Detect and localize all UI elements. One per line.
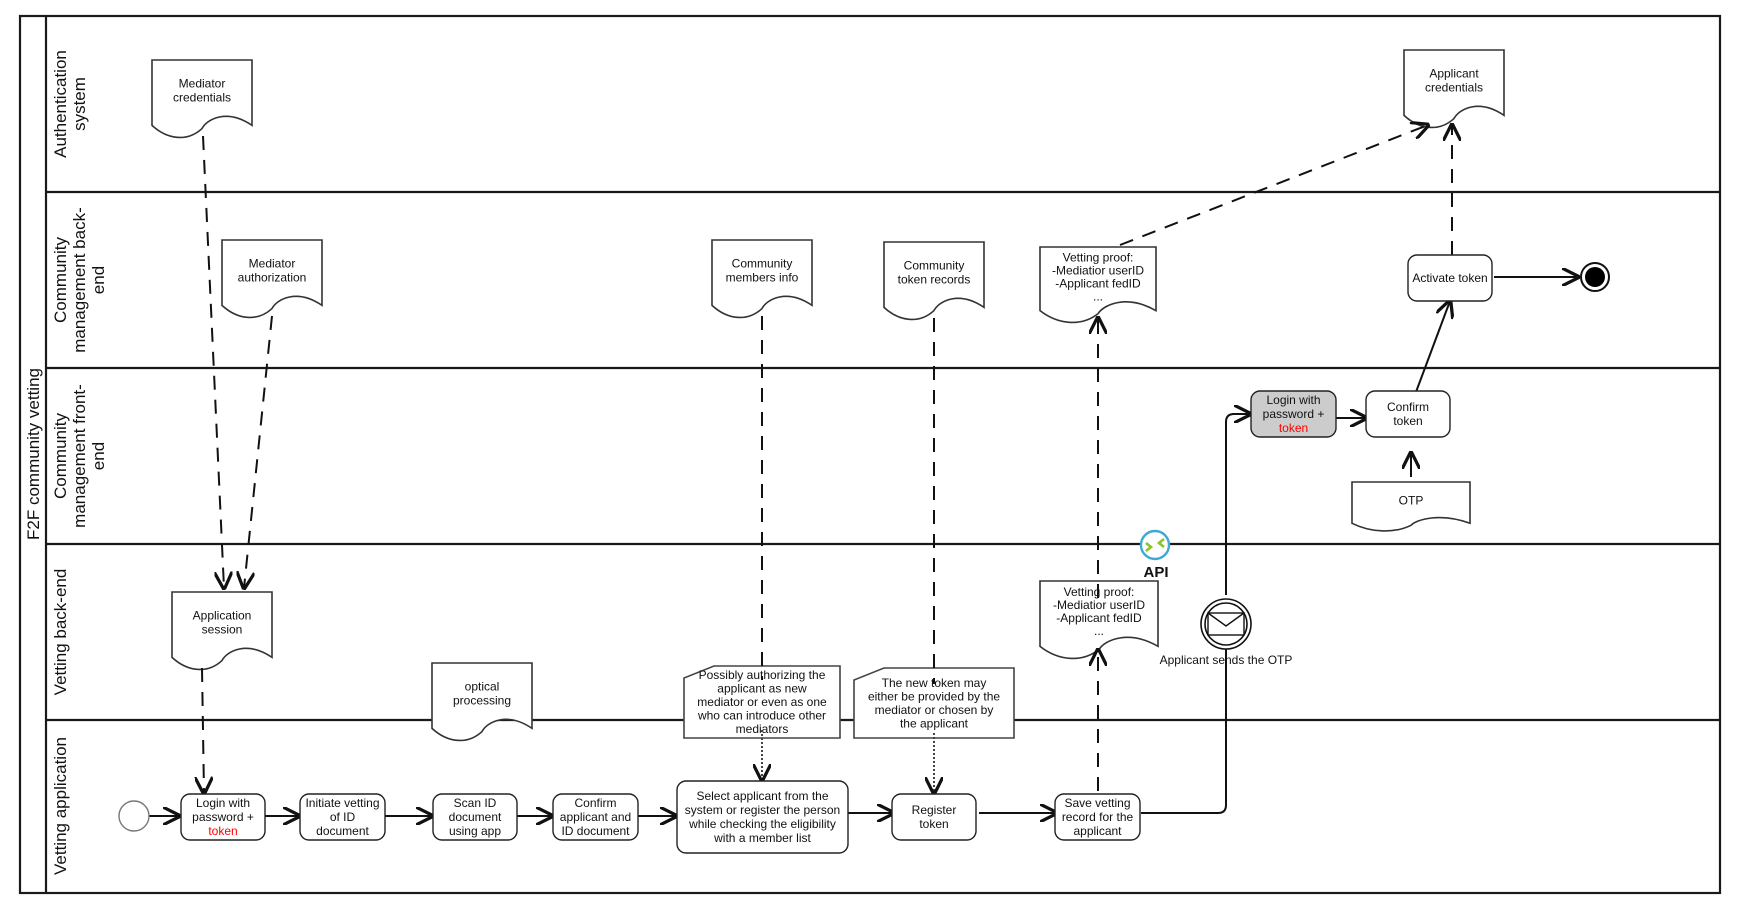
lane-label-line: Community	[51, 413, 70, 499]
lane-label-line: system	[70, 77, 89, 131]
document-text: Application	[193, 609, 252, 623]
task-confirm-applicant[interactable]: Confirmapplicant andID document	[552, 793, 639, 841]
task-text: record for the	[1062, 810, 1134, 824]
api-icon[interactable]	[1139, 529, 1171, 561]
task-text: password +	[192, 810, 254, 824]
document-text: Vetting proof:	[1063, 250, 1134, 264]
task-save-vetting[interactable]: Save vettingrecord for theapplicant	[1054, 793, 1141, 841]
task-text: applicant	[1073, 824, 1122, 838]
task-text: Confirm	[1387, 400, 1429, 414]
task-highlight-text: token	[1279, 421, 1308, 435]
task-text: system or register the person	[685, 803, 840, 817]
note-text: mediators	[736, 722, 789, 736]
document-text: credentials	[1425, 81, 1483, 95]
document-text: Applicant	[1429, 67, 1479, 81]
api-label: API	[1143, 564, 1168, 581]
task-text: Confirm	[574, 796, 616, 810]
task-text: Login with	[1266, 393, 1320, 407]
document-text: -Mediatior userID	[1052, 263, 1144, 277]
task-text: Register	[912, 803, 957, 817]
task-text: document	[316, 824, 369, 838]
task-initiate-vetting[interactable]: Initiate vettingof IDdocument	[299, 793, 386, 841]
document-text: Mediator	[179, 77, 226, 91]
document-text: authorization	[238, 271, 307, 285]
message-event[interactable]	[1200, 598, 1252, 650]
lane-label-line: end	[89, 266, 108, 294]
note-text: either be provided by the	[868, 689, 1000, 703]
task-confirm-token[interactable]: Confirmtoken	[1365, 390, 1451, 438]
document-text: -Mediatior userID	[1053, 598, 1145, 612]
note-text: who can introduce other	[697, 709, 826, 723]
task-register-token[interactable]: Registertoken	[891, 793, 977, 841]
task-text: ID document	[561, 824, 630, 838]
lane-label-line: management back-	[70, 207, 89, 353]
note-text: mediator or even as one	[697, 695, 827, 709]
document-text: processing	[453, 694, 511, 708]
document-text: ...	[1094, 624, 1104, 638]
task-text: password +	[1263, 407, 1325, 421]
task-login-app[interactable]: Login withpassword +token	[180, 793, 266, 841]
document-text: Mediator	[249, 257, 296, 271]
task-text: applicant and	[560, 810, 631, 824]
bpmn-diagram: F2F community vetting Authentication syst…	[18, 14, 1722, 895]
lane-label-line: management front-	[70, 384, 89, 528]
pool-title: F2F community vetting	[24, 368, 43, 540]
lane-label-vet_app: Vetting application	[51, 737, 70, 875]
document-text: ...	[1093, 289, 1103, 303]
task-text: token	[919, 817, 948, 831]
task-scan-id[interactable]: Scan IDdocumentusing app	[432, 793, 518, 841]
note-text: the applicant	[900, 716, 969, 730]
lane-label-line: Authentication	[51, 50, 70, 158]
task-text: token	[1393, 414, 1422, 428]
pool-border	[18, 14, 1722, 895]
lane-label-line: Vetting application	[51, 737, 70, 875]
document-text: -Applicant fedID	[1056, 611, 1142, 625]
task-highlight-text: token	[208, 824, 237, 838]
task-text: Activate token	[1412, 271, 1487, 285]
document-text: Community	[732, 257, 793, 271]
note-text: mediator or chosen by	[875, 703, 994, 717]
task-text: Save vetting	[1064, 796, 1130, 810]
document-text: session	[202, 623, 243, 637]
lane-label-line: Community	[51, 237, 70, 323]
lane-label-vet_backend: Vetting back-end	[51, 569, 70, 696]
task-login-frontend[interactable]: Login withpassword +token	[1250, 390, 1337, 438]
task-text: using app	[449, 824, 501, 838]
document-text: credentials	[173, 91, 231, 105]
task-text: of ID	[330, 810, 356, 824]
task-activate-token[interactable]: Activate token	[1407, 254, 1493, 302]
start-event[interactable]	[118, 800, 150, 832]
task-select-applicant[interactable]: Select applicant from thesystem or regis…	[676, 780, 849, 854]
document-text: Community	[904, 259, 965, 273]
document-text: OTP	[1399, 494, 1424, 508]
document-text: optical	[465, 680, 500, 694]
document-text: members info	[726, 271, 799, 285]
task-text: Scan ID	[454, 796, 497, 810]
end-event[interactable]	[1580, 262, 1610, 292]
task-text: Initiate vetting	[305, 796, 379, 810]
note-text: applicant as new	[717, 682, 807, 696]
lane-label-line: Vetting back-end	[51, 569, 70, 696]
task-text: Select applicant from the	[696, 789, 828, 803]
lane-label-line: end	[89, 442, 108, 470]
message-event-label: Applicant sends the OTP	[1160, 653, 1293, 667]
document-text: -Applicant fedID	[1055, 276, 1141, 290]
document-text: token records	[898, 273, 971, 287]
task-text: document	[449, 810, 502, 824]
task-text: with a member list	[713, 831, 811, 845]
envelope-icon	[1207, 612, 1245, 636]
task-text: Login with	[196, 796, 250, 810]
task-text: while checking the eligibility	[688, 817, 836, 831]
